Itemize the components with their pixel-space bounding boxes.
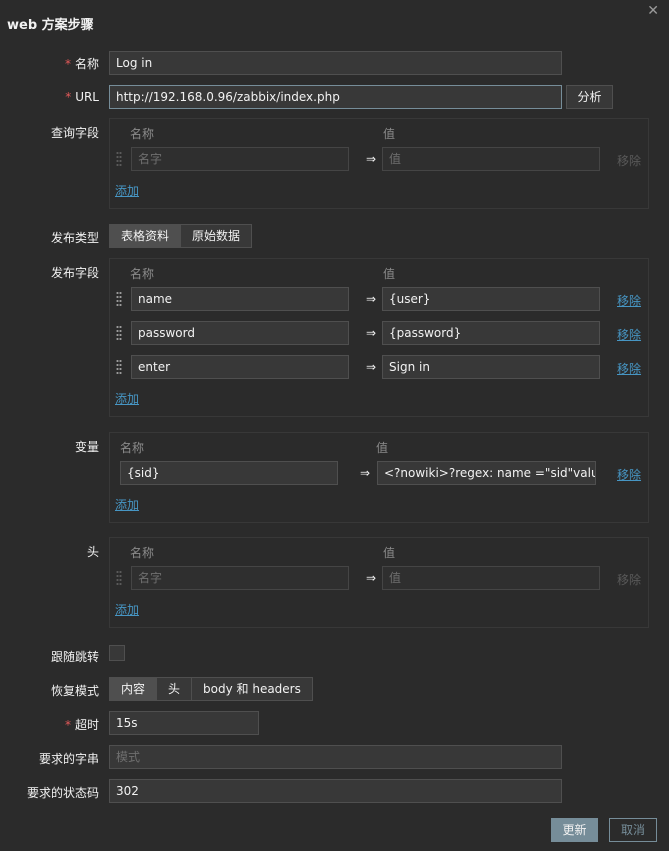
header-value-input[interactable]: 值 xyxy=(382,566,600,590)
variable-name[interactable]: {sid} xyxy=(120,461,338,485)
follow-redirects-checkbox[interactable] xyxy=(109,645,125,661)
cancel-button[interactable]: 取消 xyxy=(609,818,657,842)
post-type-form-data[interactable]: 表格资料 xyxy=(110,225,181,247)
variable-remove-link[interactable]: 移除 xyxy=(617,466,641,483)
parse-button[interactable]: 分析 xyxy=(566,85,613,109)
status-codes-label: 要求的状态码 xyxy=(26,786,99,800)
query-remove-link: 移除 xyxy=(617,154,642,168)
variables-add-link[interactable]: 添加 xyxy=(115,496,139,513)
drag-handle-icon[interactable] xyxy=(116,291,122,307)
post-field-remove-link[interactable]: 移除 xyxy=(617,292,641,309)
query-add-link[interactable]: 添加 xyxy=(115,182,139,199)
post-field-name[interactable]: enter xyxy=(131,355,349,379)
post-field-remove-link[interactable]: 移除 xyxy=(617,360,641,377)
variables-name-header: 名称 xyxy=(120,441,145,455)
name-label: * 名称 xyxy=(64,57,99,71)
arrow-icon: ⇒ xyxy=(366,292,377,306)
arrow-icon: ⇒ xyxy=(366,326,377,340)
post-name-header: 名称 xyxy=(130,267,155,281)
header-remove-link: 移除 xyxy=(617,573,642,587)
post-field-value[interactable]: {password} xyxy=(382,321,600,345)
post-type-raw-data[interactable]: 原始数据 xyxy=(180,225,252,247)
headers-value-header: 值 xyxy=(383,546,396,560)
arrow-icon: ⇒ xyxy=(366,571,377,585)
timeout-label: * 超时 xyxy=(64,718,99,732)
post-field-remove-link[interactable]: 移除 xyxy=(617,326,641,343)
retrieve-mode-headers[interactable]: 头 xyxy=(156,678,192,700)
query-fields-table: 名称 值 名字 ⇒ 值 移除 添加 xyxy=(109,118,649,209)
headers-label: 头 xyxy=(86,545,99,559)
post-field-value[interactable]: Sign in xyxy=(382,355,600,379)
url-field[interactable]: http://192.168.0.96/zabbix/index.php xyxy=(109,85,562,109)
drag-handle-icon xyxy=(116,570,122,586)
post-fields-label: 发布字段 xyxy=(50,266,99,280)
name-field[interactable]: Log in xyxy=(109,51,562,75)
required-string-field[interactable]: 模式 xyxy=(109,745,562,769)
url-label: * URL xyxy=(65,90,99,104)
query-fields-label: 查询字段 xyxy=(50,126,99,140)
variables-value-header: 值 xyxy=(376,441,389,455)
post-field-name[interactable]: password xyxy=(131,321,349,345)
variables-table: 名称 值 {sid} ⇒ <?nowiki>?regex: name ="sid… xyxy=(109,432,649,523)
retrieve-mode-content[interactable]: 内容 xyxy=(110,678,157,700)
drag-handle-icon[interactable] xyxy=(116,325,122,341)
arrow-icon: ⇒ xyxy=(366,360,377,374)
drag-handle-icon[interactable] xyxy=(116,359,122,375)
query-value-header: 值 xyxy=(383,127,396,141)
header-name-input[interactable]: 名字 xyxy=(131,566,349,590)
retrieve-mode-label: 恢复模式 xyxy=(50,684,99,698)
headers-table: 名称 值 名字 ⇒ 值 移除 添加 xyxy=(109,537,649,628)
post-type-label: 发布类型 xyxy=(50,231,99,245)
variables-label: 变量 xyxy=(74,440,99,454)
dialog-title: web 方案步骤 xyxy=(7,18,94,33)
headers-name-header: 名称 xyxy=(130,546,155,560)
query-value-input[interactable]: 值 xyxy=(382,147,600,171)
headers-add-link[interactable]: 添加 xyxy=(115,601,139,618)
post-type-selector: 表格资料 原始数据 xyxy=(109,224,253,248)
variable-value[interactable]: <?nowiki>?regex: name ="sid"value = ' xyxy=(377,461,596,485)
arrow-icon: ⇒ xyxy=(360,466,371,480)
query-name-input[interactable]: 名字 xyxy=(131,147,349,171)
follow-redirects-label: 跟随跳转 xyxy=(50,650,99,664)
close-icon[interactable]: ✕ xyxy=(647,3,659,19)
arrow-icon: ⇒ xyxy=(366,152,377,166)
query-name-header: 名称 xyxy=(130,127,155,141)
retrieve-mode-selector: 内容 头 body 和 headers xyxy=(109,677,313,701)
post-field-value[interactable]: {user} xyxy=(382,287,600,311)
timeout-field[interactable]: 15s xyxy=(109,711,259,735)
post-field-name[interactable]: name xyxy=(131,287,349,311)
retrieve-mode-body-headers[interactable]: body 和 headers xyxy=(191,678,312,700)
update-button[interactable]: 更新 xyxy=(551,818,598,842)
post-value-header: 值 xyxy=(383,267,396,281)
post-fields-add-link[interactable]: 添加 xyxy=(115,390,139,407)
required-string-label: 要求的字串 xyxy=(38,752,99,766)
status-codes-field[interactable]: 302 xyxy=(109,779,562,803)
post-fields-table: 名称 值 name ⇒ {user} 移除 password ⇒ {passwo… xyxy=(109,258,649,417)
drag-handle-icon xyxy=(116,151,122,167)
